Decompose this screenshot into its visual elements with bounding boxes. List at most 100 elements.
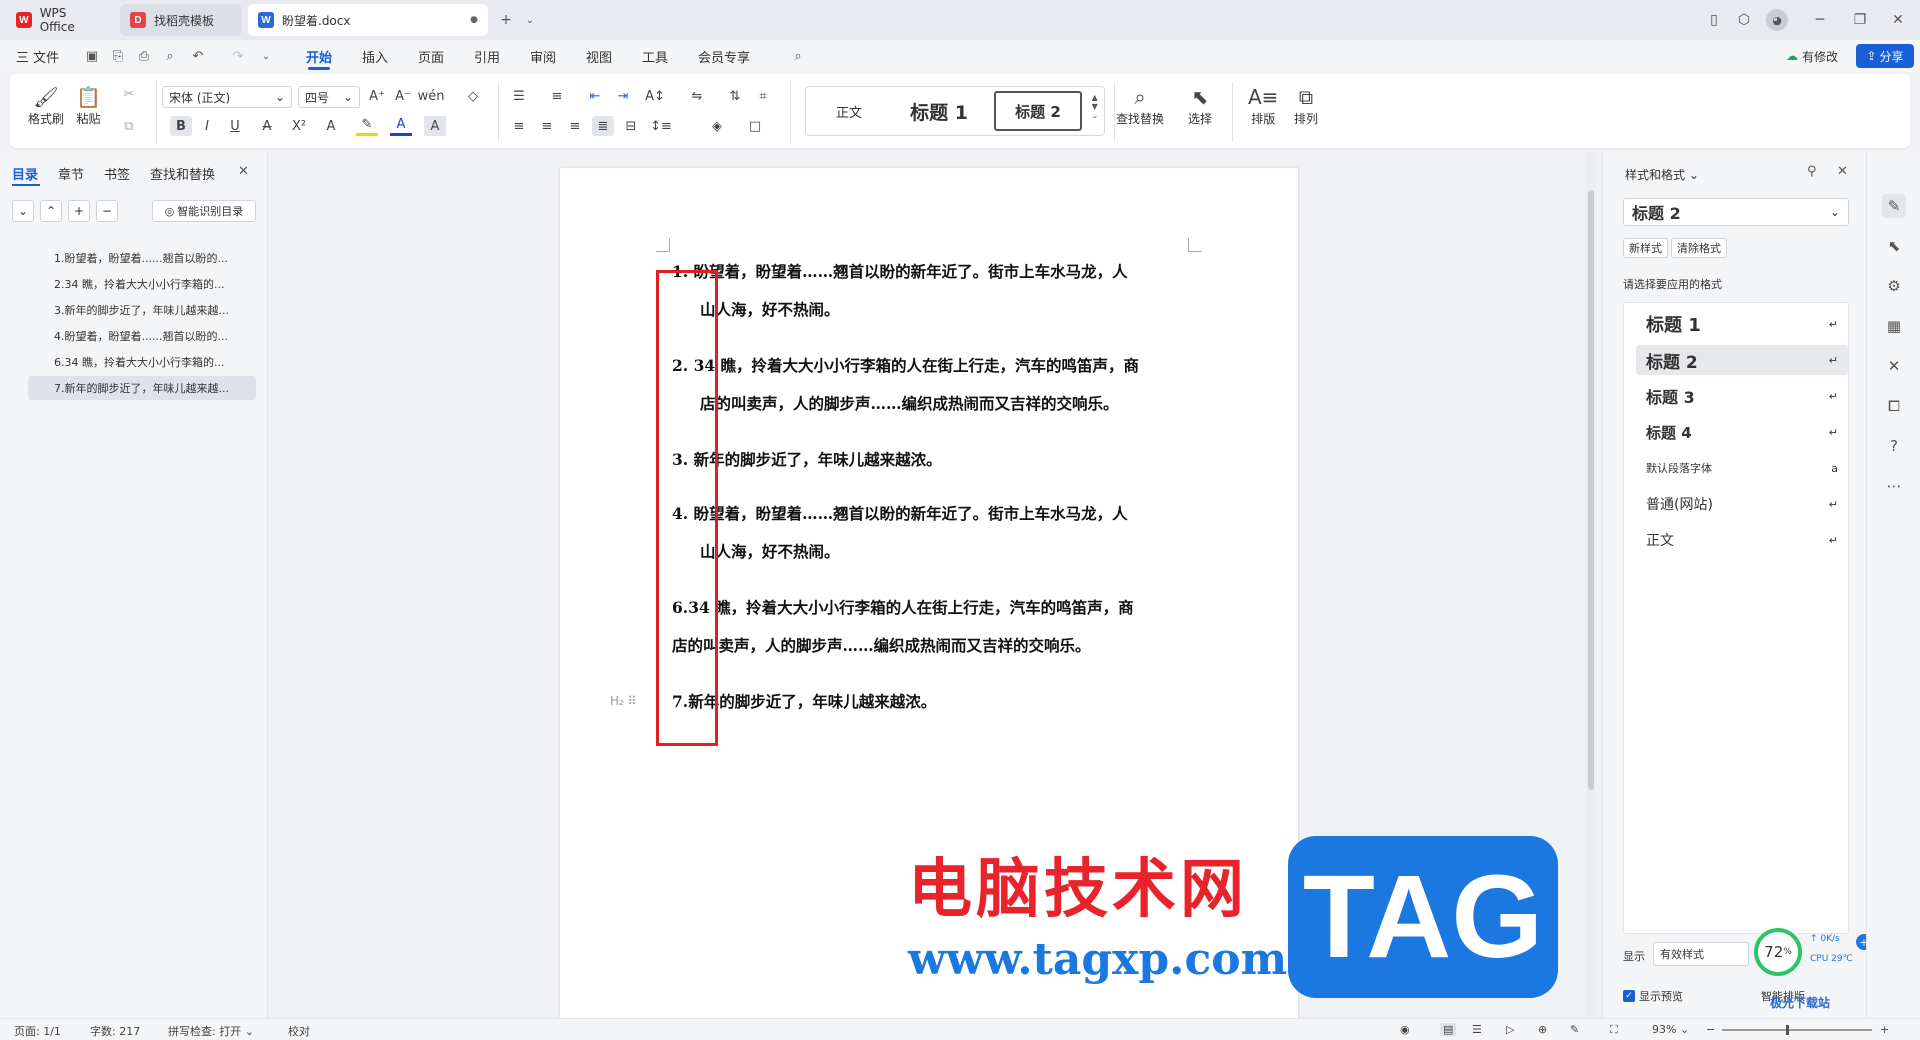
print-preview-icon[interactable]: ⌕ — [160, 46, 180, 66]
vertical-scrollbar[interactable] — [1586, 152, 1596, 1018]
font-color-icon[interactable]: A — [390, 116, 412, 136]
collapse-all-icon[interactable]: ⌄ — [12, 200, 34, 222]
quick-access-more-icon[interactable]: ⌄ — [256, 46, 276, 66]
level-up-icon[interactable]: ⌃ — [40, 200, 62, 222]
format-painter-button[interactable]: 🖌 格式刷 — [28, 84, 64, 127]
paste-button[interactable]: 📋 粘贴 — [76, 84, 101, 127]
line-spacing-icon[interactable]: ↕≡ — [650, 116, 672, 136]
tab-view[interactable]: 视图 — [586, 40, 612, 72]
new-tab-plus-icon[interactable]: + — [494, 8, 518, 32]
align-left-icon[interactable]: ≡ — [508, 116, 530, 136]
bullet-list-icon[interactable]: ☰ — [508, 86, 530, 106]
tab-member[interactable]: 会员专享 — [698, 40, 750, 72]
cut-icon[interactable]: ✂ — [118, 84, 140, 104]
toc-item[interactable]: 3.新年的脚步近了，年味儿越来越... — [28, 298, 256, 322]
underline-icon[interactable]: U — [224, 116, 246, 136]
toc-item-selected[interactable]: 7.新年的脚步近了，年味儿越来越... — [28, 376, 256, 400]
properties-icon[interactable]: ⚙ — [1882, 274, 1906, 298]
find-replace-button[interactable]: ⌕ 查找替换 — [1116, 84, 1164, 127]
tab-document[interactable]: W 盼望着.docx ● — [248, 4, 488, 36]
align-center-icon[interactable]: ≡ — [536, 116, 558, 136]
page-view-icon[interactable]: ▤ — [1440, 1023, 1457, 1036]
justify-icon[interactable]: ≣ — [592, 116, 614, 136]
restore-icon[interactable]: ❐ — [1848, 8, 1872, 32]
text-effect-icon[interactable]: A — [320, 116, 342, 136]
play-icon[interactable]: ▷ — [1506, 1023, 1514, 1036]
zoom-level[interactable]: 93% ⌄ — [1652, 1023, 1689, 1036]
outline-view-icon[interactable]: ☰ — [1472, 1023, 1482, 1036]
style-heading-2[interactable]: 标题 2 — [994, 91, 1082, 131]
memory-gauge[interactable]: 72% — [1754, 928, 1802, 976]
tab-page[interactable]: 页面 — [418, 40, 444, 72]
highlight-icon[interactable]: ✎ — [356, 116, 378, 136]
strikethrough-icon[interactable]: A — [256, 116, 278, 136]
numbered-list-icon[interactable]: ≡ — [546, 86, 568, 106]
toc-item[interactable]: 6.34 瞧，拎着大大小小行李箱的... — [28, 350, 256, 374]
eye-icon[interactable]: ◉ — [1400, 1023, 1410, 1036]
style-item-normal[interactable]: 正文 ↵ — [1636, 525, 1848, 555]
phonetic-icon[interactable]: wén — [418, 86, 445, 106]
list-item-4[interactable]: 4. 盼望着，盼望着……翘首以盼的新年近了。街市上车水马龙，人 — [672, 494, 1128, 533]
scrollbar-thumb[interactable] — [1588, 190, 1594, 790]
minimize-icon[interactable]: ─ — [1808, 8, 1832, 32]
save-icon[interactable]: ▣ — [82, 46, 102, 66]
decrease-indent-icon[interactable]: ⇤ — [584, 86, 606, 106]
tab-review[interactable]: 审阅 — [530, 40, 556, 72]
font-size-select[interactable]: 四号 ⌄ — [298, 86, 360, 108]
list-item-1-cont[interactable]: 山人海，好不热闹。 — [700, 290, 840, 329]
list-item-6[interactable]: 6.34 瞧，拎着大大小小行李箱的人在街上行走，汽车的鸣笛声，商 — [672, 588, 1134, 627]
style-item-heading-2[interactable]: 标题 2 ↵ — [1636, 345, 1848, 375]
undo-icon[interactable]: ↶ — [188, 46, 208, 66]
proofread-button[interactable]: 校对 — [288, 1023, 310, 1039]
tab-bookmarks[interactable]: 书签 — [104, 164, 130, 183]
tab-wps-office[interactable]: W WPS Office — [6, 4, 114, 36]
increase-indent-icon[interactable]: ⇥ — [612, 86, 634, 106]
clear-format-button[interactable]: 清除格式 — [1671, 238, 1727, 258]
list-item-6-cont[interactable]: 店的叫卖声，人的脚步声……编织成热闹而又吉祥的交响乐。 — [672, 626, 1091, 665]
char-shading-icon[interactable]: A — [424, 116, 446, 136]
show-filter-select[interactable]: 有效样式 — [1653, 942, 1749, 966]
add-item-icon[interactable]: + — [68, 200, 90, 222]
list-item-1[interactable]: 1. 盼望着，盼望着……翘首以盼的新年近了。街市上车水马龙，人 — [672, 252, 1128, 291]
new-style-button[interactable]: 新样式 — [1623, 238, 1668, 258]
smart-toc-button[interactable]: ◎ 智能识别目录 — [152, 200, 256, 222]
share-button[interactable]: ⇪ 分享 — [1856, 44, 1914, 68]
shading-icon[interactable]: ◈ — [706, 116, 728, 136]
show-marks-icon[interactable]: ⌗ — [752, 86, 774, 106]
zoom-slider-thumb[interactable] — [1786, 1025, 1789, 1035]
font-name-select[interactable]: 宋体 (正文) ⌄ — [162, 86, 292, 108]
cube-icon[interactable]: ⬡ — [1732, 8, 1756, 32]
borders-icon[interactable]: □ — [744, 116, 766, 136]
text-direction-icon[interactable]: A↕ — [644, 86, 666, 106]
toc-item[interactable]: 4.盼望着，盼望着......翘首以盼的... — [28, 324, 256, 348]
tab-start[interactable]: 开始 — [306, 40, 332, 72]
fit-page-icon[interactable]: ⛶ — [1610, 1023, 1618, 1037]
more-icon[interactable]: ⋯ — [1882, 474, 1906, 498]
select-button[interactable]: ⬉ 选择 — [1188, 84, 1212, 127]
tools-icon[interactable]: ✕ — [1882, 354, 1906, 378]
copy-icon[interactable]: ⧉ — [118, 116, 140, 136]
tab-docer[interactable]: D 找稻壳模板 — [120, 4, 242, 36]
tab-reference[interactable]: 引用 — [474, 40, 500, 72]
shrink-font-icon[interactable]: A⁻ — [392, 86, 414, 106]
italic-icon[interactable]: I — [196, 116, 218, 136]
superscript-icon[interactable]: X² — [288, 116, 310, 136]
tab-chapters[interactable]: 章节 — [58, 164, 84, 183]
list-item-4-cont[interactable]: 山人海，好不热闹。 — [700, 532, 840, 571]
zoom-in-icon[interactable]: + — [1880, 1023, 1889, 1036]
sort-chinese-icon[interactable]: ⇋ — [686, 86, 708, 106]
tab-list-chevron-icon[interactable]: ⌄ — [518, 8, 542, 32]
typeset-button[interactable]: A≡ 排版 — [1248, 84, 1278, 127]
layout-icon[interactable]: ▯ — [1702, 8, 1726, 32]
export-icon[interactable]: ⎘ — [108, 46, 128, 66]
tab-insert[interactable]: 插入 — [362, 40, 388, 72]
close-styles-icon[interactable]: ✕ — [1837, 164, 1848, 179]
zoom-out-icon[interactable]: − — [1706, 1023, 1715, 1036]
avatar[interactable]: ◕ — [1766, 9, 1788, 31]
bold-icon[interactable]: B — [170, 116, 192, 136]
align-right-icon[interactable]: ≡ — [564, 116, 586, 136]
style-item-heading-1[interactable]: 标题 1 ↵ — [1636, 309, 1848, 339]
style-gallery-scroll-icon[interactable]: ▲ ▼ ⌄ — [1088, 93, 1102, 131]
search-icon[interactable]: ⌕ — [788, 46, 808, 66]
tab-find-replace[interactable]: 查找和替换 — [150, 164, 215, 183]
